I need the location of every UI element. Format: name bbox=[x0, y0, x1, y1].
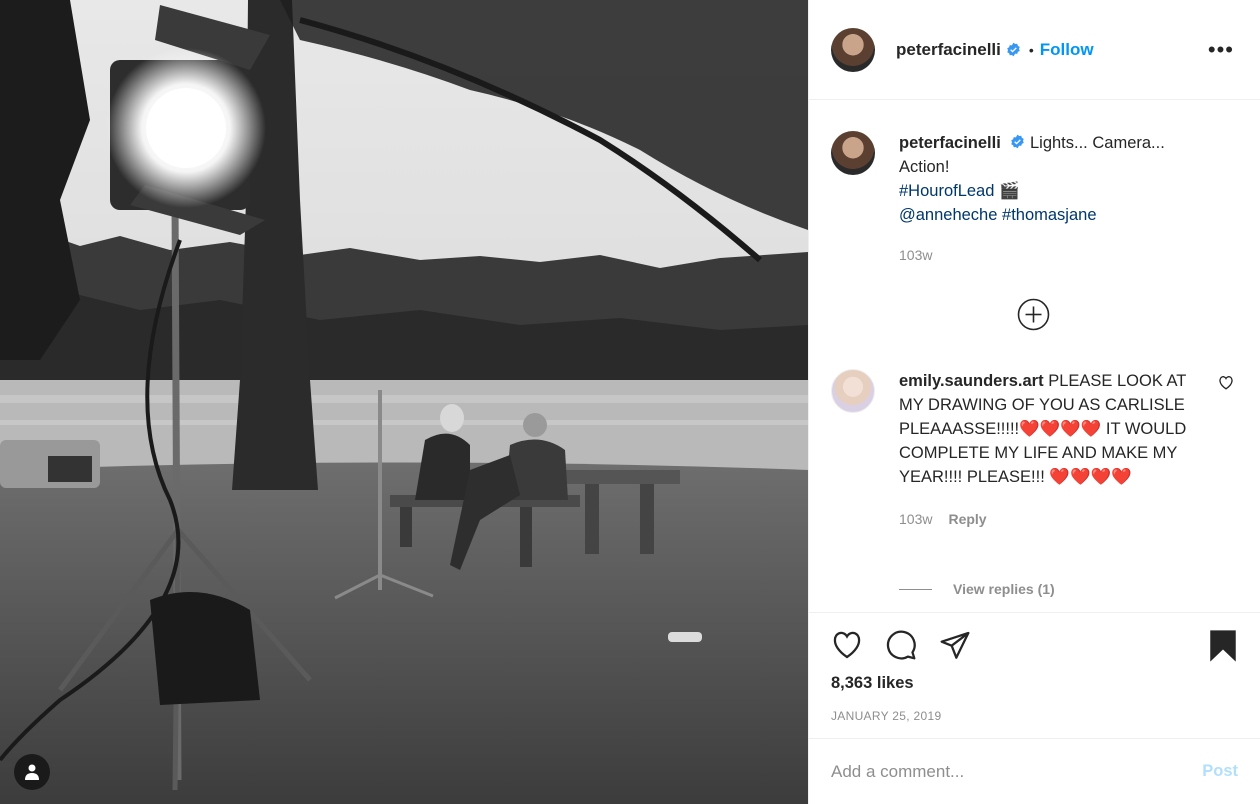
separator-dot: • bbox=[1028, 41, 1034, 58]
follow-button[interactable]: Follow bbox=[1040, 40, 1094, 60]
hashtag-link[interactable]: #HourofLead bbox=[899, 182, 994, 200]
load-more-comments-icon[interactable] bbox=[1017, 298, 1050, 331]
mention-link[interactable]: @anneheche bbox=[899, 206, 997, 224]
caption: peterfacinelli Lights... Camera... Actio… bbox=[809, 101, 1260, 267]
comment-input[interactable] bbox=[831, 761, 1203, 782]
user-icon bbox=[25, 764, 39, 780]
commenter-avatar[interactable] bbox=[831, 369, 875, 413]
save-bookmark-icon[interactable] bbox=[1208, 629, 1238, 663]
view-replies-label[interactable]: View replies (1) bbox=[953, 581, 1055, 597]
verified-badge-icon bbox=[1010, 134, 1025, 149]
verified-badge-icon bbox=[1006, 42, 1021, 57]
post-header: peterfacinelli • Follow ••• bbox=[809, 0, 1260, 100]
post-actions: 8,363 likes JANUARY 25, 2019 bbox=[809, 612, 1260, 738]
comments-section: peterfacinelli Lights... Camera... Actio… bbox=[809, 101, 1260, 612]
reply-button[interactable]: Reply bbox=[948, 507, 986, 531]
comment-bubble-icon[interactable] bbox=[885, 629, 917, 661]
caption-username[interactable]: peterfacinelli bbox=[899, 134, 1001, 152]
comment-body: emily.saunders.art PLEASE LOOK AT MY DRA… bbox=[899, 369, 1199, 531]
hashtag-link[interactable]: #thomasjane bbox=[1002, 206, 1096, 224]
view-replies-button[interactable]: View replies (1) bbox=[899, 581, 1055, 597]
author-avatar[interactable] bbox=[831, 27, 875, 72]
more-options-icon[interactable]: ••• bbox=[1204, 38, 1238, 60]
comment-item: emily.saunders.art PLEASE LOOK AT MY DRA… bbox=[831, 369, 1238, 531]
clapper-emoji: 🎬 bbox=[999, 182, 1020, 200]
photo-image bbox=[0, 0, 808, 804]
like-comment-heart-icon[interactable] bbox=[1218, 375, 1234, 390]
post-panel: peterfacinelli • Follow ••• peterfacinel… bbox=[808, 0, 1260, 804]
share-send-icon[interactable] bbox=[939, 629, 971, 661]
tagged-users-button[interactable] bbox=[14, 754, 50, 790]
author-username[interactable]: peterfacinelli bbox=[896, 40, 1001, 60]
comment-composer: Post bbox=[809, 738, 1260, 804]
like-heart-icon[interactable] bbox=[831, 629, 863, 661]
post-date[interactable]: JANUARY 25, 2019 bbox=[831, 709, 941, 723]
caption-body: peterfacinelli Lights... Camera... Actio… bbox=[899, 131, 1199, 267]
comment-meta: 103w Reply bbox=[899, 507, 1199, 531]
post-comment-button[interactable]: Post bbox=[1202, 762, 1238, 781]
comment-timestamp[interactable]: 103w bbox=[899, 507, 932, 531]
action-icons bbox=[831, 629, 1238, 663]
caption-avatar[interactable] bbox=[831, 131, 875, 175]
commenter-username[interactable]: emily.saunders.art bbox=[899, 372, 1044, 390]
caption-timestamp[interactable]: 103w bbox=[899, 243, 1199, 267]
likes-count[interactable]: 8,363 likes bbox=[831, 674, 914, 693]
post-photo[interactable] bbox=[0, 0, 808, 804]
replies-divider bbox=[899, 588, 932, 590]
